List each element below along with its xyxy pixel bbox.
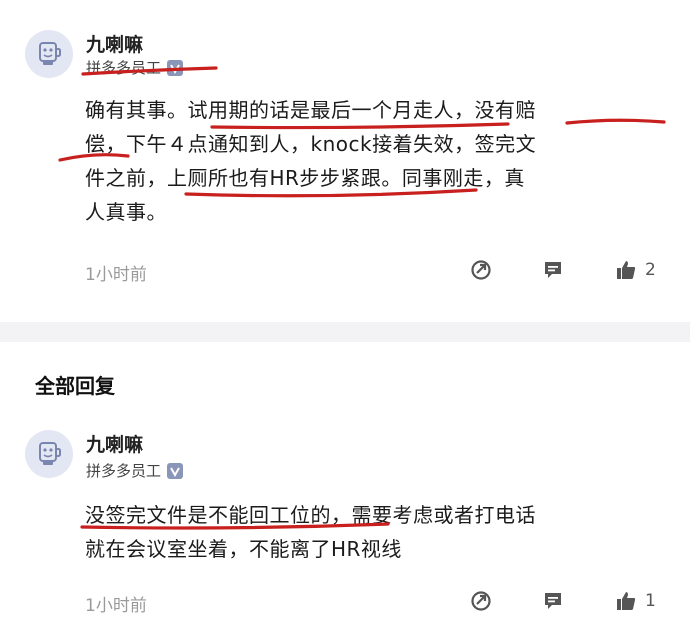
thumbs-up-icon [617, 592, 636, 610]
role-label: 拼多多员工 [86, 462, 162, 480]
comment-button[interactable] [542, 259, 564, 281]
like-count: 2 [645, 260, 656, 280]
share-button[interactable] [470, 590, 492, 612]
comment-icon [545, 593, 561, 609]
share-icon [471, 260, 491, 280]
section-divider [0, 322, 690, 342]
share-icon [471, 591, 491, 611]
reply-role: 拼多多员工 [86, 460, 184, 481]
avatar[interactable] [25, 430, 73, 478]
avatar-robot-icon [39, 442, 61, 465]
verified-badge-icon [167, 462, 184, 479]
reply-time: 1小时前 [85, 596, 147, 616]
comment-icon [545, 262, 561, 278]
reply-author[interactable]: 九喇嘛 [86, 430, 143, 457]
like-button[interactable]: 1 [615, 590, 656, 612]
thumbs-up-icon [617, 261, 636, 279]
like-count: 1 [645, 591, 656, 611]
comment-time: 1小时前 [85, 265, 147, 285]
like-button[interactable]: 2 [615, 259, 656, 281]
replies-header: 全部回复 [35, 374, 115, 398]
share-button[interactable] [470, 259, 492, 281]
comment-button[interactable] [542, 590, 564, 612]
highlight-marks [80, 522, 390, 530]
